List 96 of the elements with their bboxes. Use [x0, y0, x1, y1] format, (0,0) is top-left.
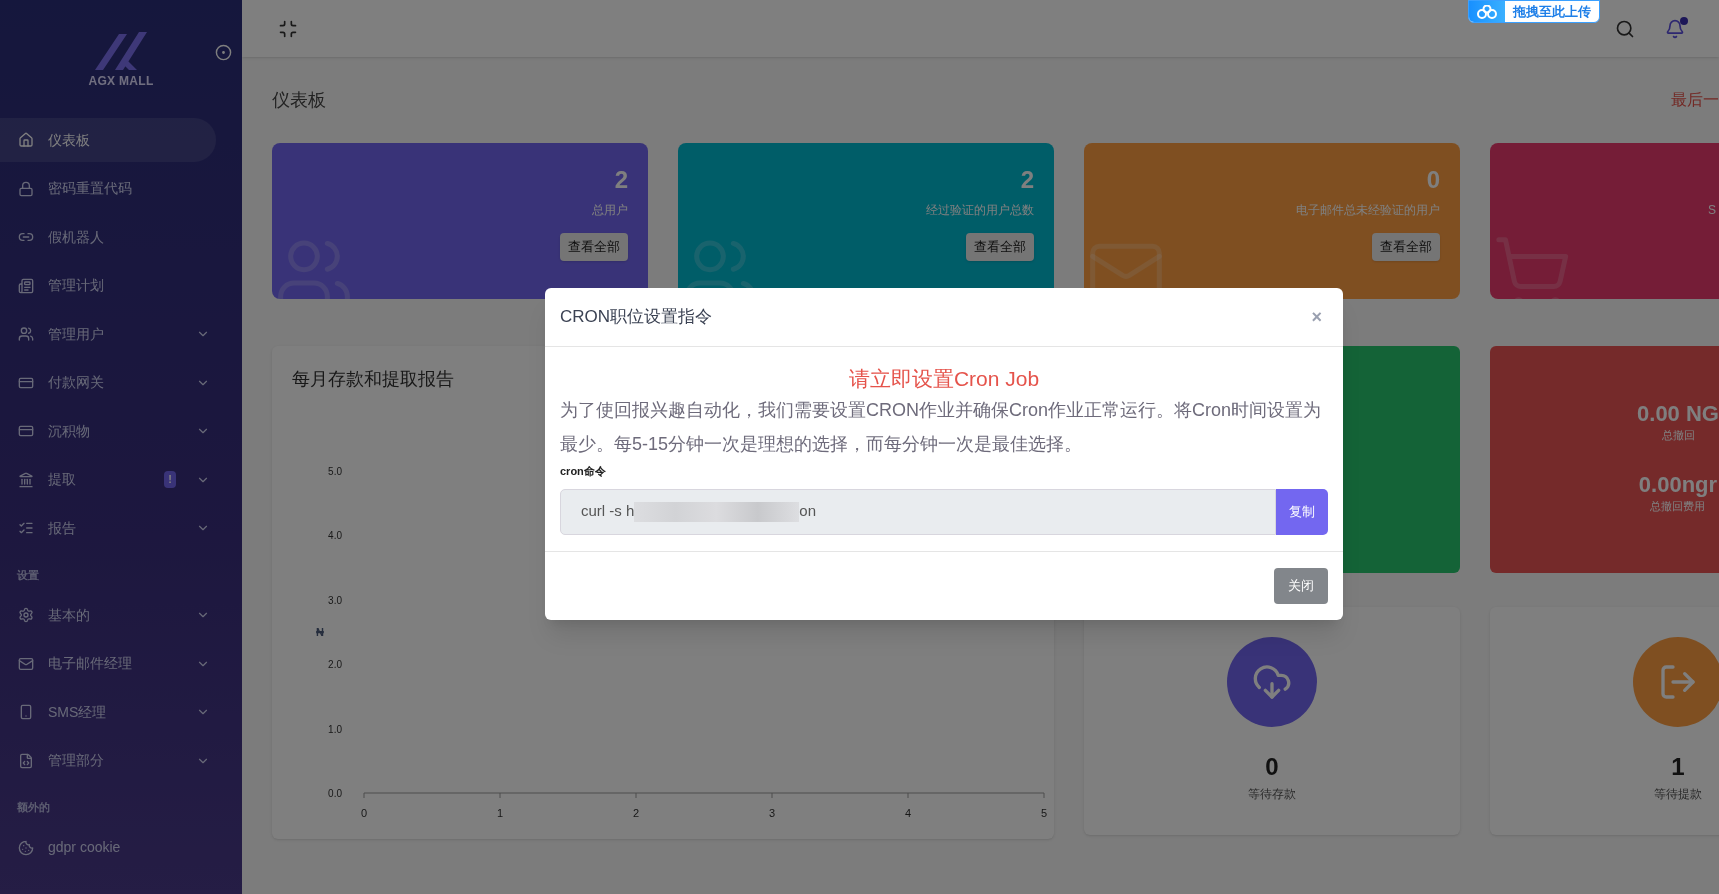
- y-tick-label: 4.0: [328, 530, 342, 542]
- view-all-button[interactable]: 查看全部: [966, 233, 1034, 261]
- sidebar-item-label: SMS经理: [48, 702, 108, 722]
- sidebar-item-label: gdpr cookie: [48, 838, 122, 857]
- code-file-icon: [18, 752, 34, 769]
- x-tick-label: 5: [1040, 807, 1048, 819]
- sidebar-item-label: 沉积物: [48, 421, 91, 441]
- sidebar-item-label: 付款网关: [48, 373, 105, 392]
- command-field[interactable]: curl -s h on: [560, 488, 1276, 535]
- logo-text: AGX MALL: [88, 73, 154, 90]
- close-button[interactable]: ×: [1305, 303, 1328, 331]
- sidebar-item[interactable]: 电子邮件经理: [0, 641, 216, 686]
- sidebar-item[interactable]: 密码重置代码: [0, 166, 216, 211]
- sidebar-item[interactable]: 管理计划: [0, 263, 216, 308]
- sidebar-item-label: 假机器人: [48, 227, 105, 247]
- stat-label: S: [1708, 202, 1716, 219]
- x-tick-label: 2: [632, 807, 640, 819]
- command-text: curl -s h: [581, 501, 635, 522]
- sidebar-item[interactable]: 基本的: [0, 593, 216, 637]
- sidebar-item[interactable]: gdpr cookie: [0, 825, 216, 870]
- newspaper-icon: [18, 277, 34, 294]
- section-label: 额外的: [16, 800, 51, 815]
- sidebar-item-label: 报告: [48, 518, 77, 538]
- last-login-text: 最后一: [1671, 90, 1719, 110]
- search-icon[interactable]: [1615, 18, 1635, 39]
- cookie-icon: [18, 839, 34, 856]
- sidebar-item-label: 管理部分: [48, 751, 105, 770]
- withdraw-label: 总撤回费用: [1650, 498, 1706, 514]
- sidebar-item[interactable]: 提取 !: [0, 457, 216, 502]
- sidebar-item[interactable]: 管理用户: [0, 312, 216, 356]
- sidebar-item[interactable]: 管理部分: [0, 738, 216, 783]
- withdraw-label: 总撤回: [1661, 428, 1695, 443]
- modal-text: 为了使回报兴趣自动化，我们需要设置CRON作业并确保Cron作业正常运行。将Cron时间设置为最少。每5-15分钟一次是理想的选择，而每分钟一次是最佳选择。: [560, 399, 1323, 456]
- view-all-button[interactable]: 查看全部: [560, 233, 628, 261]
- x-tick-label: 4: [904, 807, 912, 819]
- sidebar-item-label: 提取: [48, 470, 77, 489]
- stat-value: 2: [614, 165, 628, 195]
- view-all-button[interactable]: 查看全部: [1372, 233, 1440, 261]
- modal-title: CRON职位设置指令: [560, 306, 713, 329]
- credit-card-icon: [18, 423, 34, 439]
- stat-label: 电子邮件总未经验证的用户: [1296, 202, 1440, 219]
- report-title: 每月存款和提取报告: [292, 368, 454, 391]
- withdraw-value: 0.00 NG: [1637, 401, 1719, 427]
- shrink-icon[interactable]: [278, 18, 298, 39]
- x-tick-label: 0: [360, 807, 368, 819]
- exit-icon: [1658, 662, 1698, 702]
- stat-label: 总用户: [592, 202, 628, 219]
- sidebar-item-label: 基本的: [48, 605, 91, 625]
- mail-icon: [18, 655, 34, 672]
- sidebar-item[interactable]: 报告: [0, 506, 216, 550]
- users-icon: [18, 326, 34, 342]
- cloud-download-icon: [1252, 662, 1292, 702]
- pending-label: 等待存款: [1248, 786, 1296, 803]
- sidebar-item[interactable]: 假机器人: [0, 215, 216, 259]
- sidebar-item-label: 电子邮件经理: [48, 654, 133, 673]
- stat-value: 2: [1020, 165, 1034, 195]
- stat-value: 0: [1426, 165, 1440, 195]
- bank-icon: [18, 471, 34, 488]
- sidebar-item-label: 管理计划: [48, 276, 105, 295]
- settings-icon: [18, 607, 34, 623]
- y-axis-label: ₦: [316, 626, 324, 638]
- modal-heading: 请立即设置Cron Job: [847, 366, 1041, 392]
- close-dialog-button[interactable]: 关闭: [1274, 567, 1328, 604]
- pending-value: 1: [1671, 752, 1685, 782]
- y-tick-label: 1.0: [328, 723, 342, 735]
- sidebar-item[interactable]: SMS经理: [0, 690, 216, 734]
- pending-label: 等待提款: [1654, 786, 1702, 803]
- sidebar-item-label: 管理用户: [48, 324, 105, 344]
- field-label: cron命令: [560, 464, 607, 479]
- list-icon: [18, 520, 34, 536]
- phone-icon: [18, 704, 34, 720]
- y-tick-label: 2.0: [328, 659, 342, 671]
- sidebar-item-label: 密码重置代码: [48, 179, 133, 198]
- sidebar-item-label: 仪表板: [48, 130, 91, 150]
- x-tick-label: 3: [768, 807, 776, 819]
- stat-label: 经过验证的用户总数: [926, 202, 1034, 219]
- upload-text: 拖拽至此上传: [1511, 2, 1592, 21]
- y-tick-label: 5.0: [328, 466, 342, 477]
- home-icon: [18, 132, 34, 148]
- y-tick-label: 0.0: [328, 788, 342, 799]
- withdraw-value: 0.00ngr: [1638, 471, 1718, 498]
- bell-icon[interactable]: [1665, 18, 1685, 39]
- sidebar-item[interactable]: 付款网关: [0, 360, 216, 405]
- page-title: 仪表板: [272, 88, 326, 112]
- section-label: 设置: [16, 567, 40, 583]
- pending-value: 0: [1265, 752, 1279, 782]
- y-tick-label: 3.0: [328, 594, 342, 606]
- command-text: on: [799, 501, 817, 522]
- x-tick-label: 1: [496, 807, 504, 819]
- lock-icon: [18, 180, 34, 197]
- sidebar-toggle-icon[interactable]: [215, 44, 232, 61]
- alert-badge: !: [164, 471, 176, 488]
- cloud-logo-icon: [1476, 4, 1498, 19]
- upload-badge[interactable]: 拖拽至此上传: [1468, 0, 1600, 23]
- sidebar-item[interactable]: 沉积物: [0, 409, 216, 453]
- copy-button[interactable]: 复制: [1276, 488, 1328, 535]
